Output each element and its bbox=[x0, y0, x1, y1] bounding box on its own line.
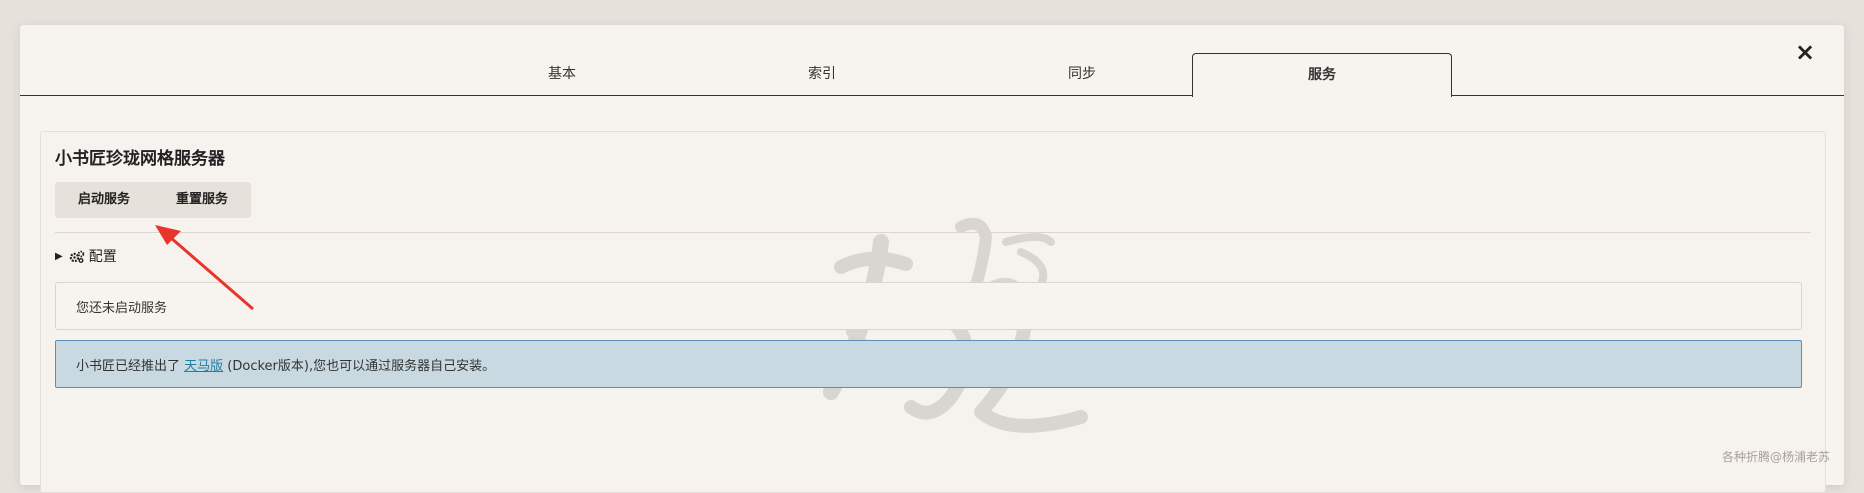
gears-icon bbox=[69, 250, 85, 263]
reset-service-button[interactable]: 重置服务 bbox=[153, 182, 251, 218]
config-label: 配置 bbox=[88, 249, 117, 265]
info-prefix: 小书匠已经推出了 bbox=[76, 359, 185, 374]
tab-service[interactable]: 服务 bbox=[1192, 53, 1452, 97]
status-text: 您还未启动服务 bbox=[76, 301, 168, 316]
info-text: 小书匠已经推出了 天马版 (Docker版本),您也可以通过服务器自己安装。 bbox=[76, 355, 495, 374]
start-service-button[interactable]: 启动服务 bbox=[55, 182, 153, 218]
info-alert: 小书匠已经推出了 天马版 (Docker版本),您也可以通过服务器自己安装。 bbox=[55, 340, 1802, 388]
calligraphy-watermark bbox=[823, 217, 1088, 433]
annotation-arrow-icon bbox=[155, 225, 254, 311]
tab-bar: 基本 索引 同步 服务 bbox=[20, 53, 1844, 97]
settings-dialog: × 基本 索引 同步 服务 小书匠珍珑网格服务器 启动服务 重置服务 ▶ 配置 … bbox=[20, 25, 1844, 493]
tab-index[interactable]: 索引 bbox=[693, 53, 951, 95]
divider bbox=[55, 232, 1811, 233]
corner-watermark: 各种折腾@杨浦老苏 bbox=[1721, 450, 1830, 464]
tab-basic[interactable]: 基本 bbox=[433, 53, 691, 95]
service-panel: 小书匠珍珑网格服务器 启动服务 重置服务 ▶ 配置 您还未启动服务 小书匠已经推… bbox=[40, 131, 1826, 493]
tianma-link[interactable]: 天马版 bbox=[184, 359, 223, 374]
panel-title: 小书匠珍珑网格服务器 bbox=[55, 149, 225, 169]
caret-right-icon: ▶ bbox=[55, 250, 63, 262]
status-box: 您还未启动服务 bbox=[55, 282, 1802, 330]
info-suffix: (Docker版本),您也可以通过服务器自己安装。 bbox=[223, 359, 496, 374]
tab-sync[interactable]: 同步 bbox=[953, 53, 1211, 95]
config-toggle[interactable]: ▶ 配置 bbox=[55, 246, 117, 266]
service-button-group: 启动服务 重置服务 bbox=[55, 182, 251, 218]
